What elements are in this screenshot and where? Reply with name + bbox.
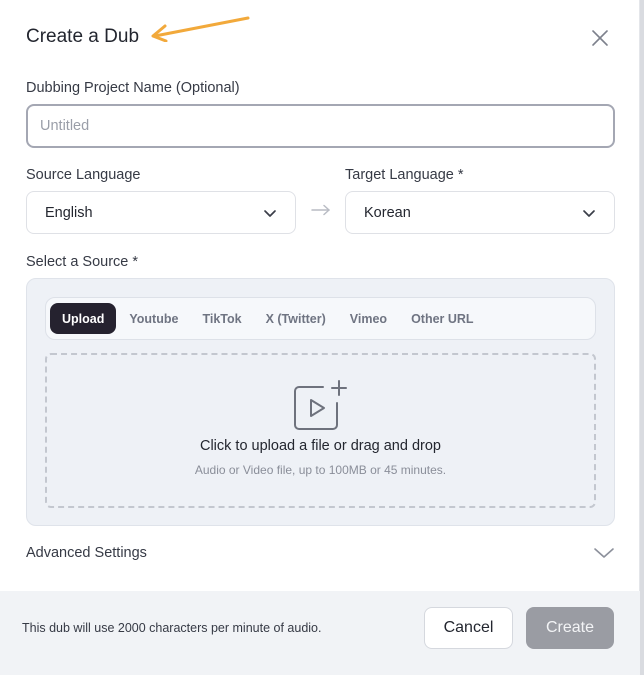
tab-vimeo[interactable]: Vimeo [339, 303, 398, 334]
tab-upload[interactable]: Upload [50, 303, 117, 334]
chevron-down-icon [594, 548, 614, 558]
create-button[interactable]: Create [526, 607, 614, 649]
source-language-select[interactable]: English [26, 191, 296, 234]
tab-x-twitter[interactable]: X (Twitter) [255, 303, 337, 334]
chevron-down-icon [583, 209, 595, 217]
dropzone-subtitle: Audio or Video file, up to 100MB or 45 m… [194, 463, 447, 477]
select-source-label: Select a Source * [26, 254, 139, 270]
source-language-label: Source Language [26, 167, 141, 183]
annotation-arrow-icon [151, 16, 250, 42]
target-language-value: Korean [364, 204, 411, 221]
dialog-footer: This dub will use 2000 characters per mi… [0, 591, 640, 675]
arrow-right-icon [311, 204, 330, 216]
tab-other-url[interactable]: Other URL [400, 303, 485, 334]
character-usage-note: This dub will use 2000 characters per mi… [22, 621, 322, 635]
close-button[interactable] [589, 27, 611, 49]
chevron-down-icon [264, 209, 276, 217]
target-language-label: Target Language * [345, 167, 464, 183]
source-tabs: Upload Youtube TikTok X (Twitter) Vimeo … [45, 297, 596, 340]
cancel-button[interactable]: Cancel [424, 607, 513, 649]
tab-tiktok[interactable]: TikTok [191, 303, 252, 334]
dropzone-title: Click to upload a file or drag and drop [199, 438, 441, 454]
source-language-value: English [45, 204, 93, 221]
advanced-settings-label: Advanced Settings [26, 545, 147, 561]
source-panel: Upload Youtube TikTok X (Twitter) Vimeo … [26, 278, 615, 526]
project-name-label: Dubbing Project Name (Optional) [26, 80, 240, 96]
window-edge [640, 0, 644, 675]
upload-dropzone[interactable]: Click to upload a file or drag and drop … [45, 353, 596, 508]
advanced-settings-toggle[interactable]: Advanced Settings [26, 538, 615, 568]
video-upload-icon [294, 380, 347, 430]
close-icon [592, 30, 608, 46]
tab-youtube[interactable]: Youtube [118, 303, 189, 334]
create-dub-dialog: Create a Dub Dubbing Project Name (Optio… [0, 0, 640, 675]
project-name-input[interactable] [26, 104, 615, 148]
target-language-select[interactable]: Korean [345, 191, 615, 234]
dialog-title: Create a Dub [26, 26, 140, 47]
